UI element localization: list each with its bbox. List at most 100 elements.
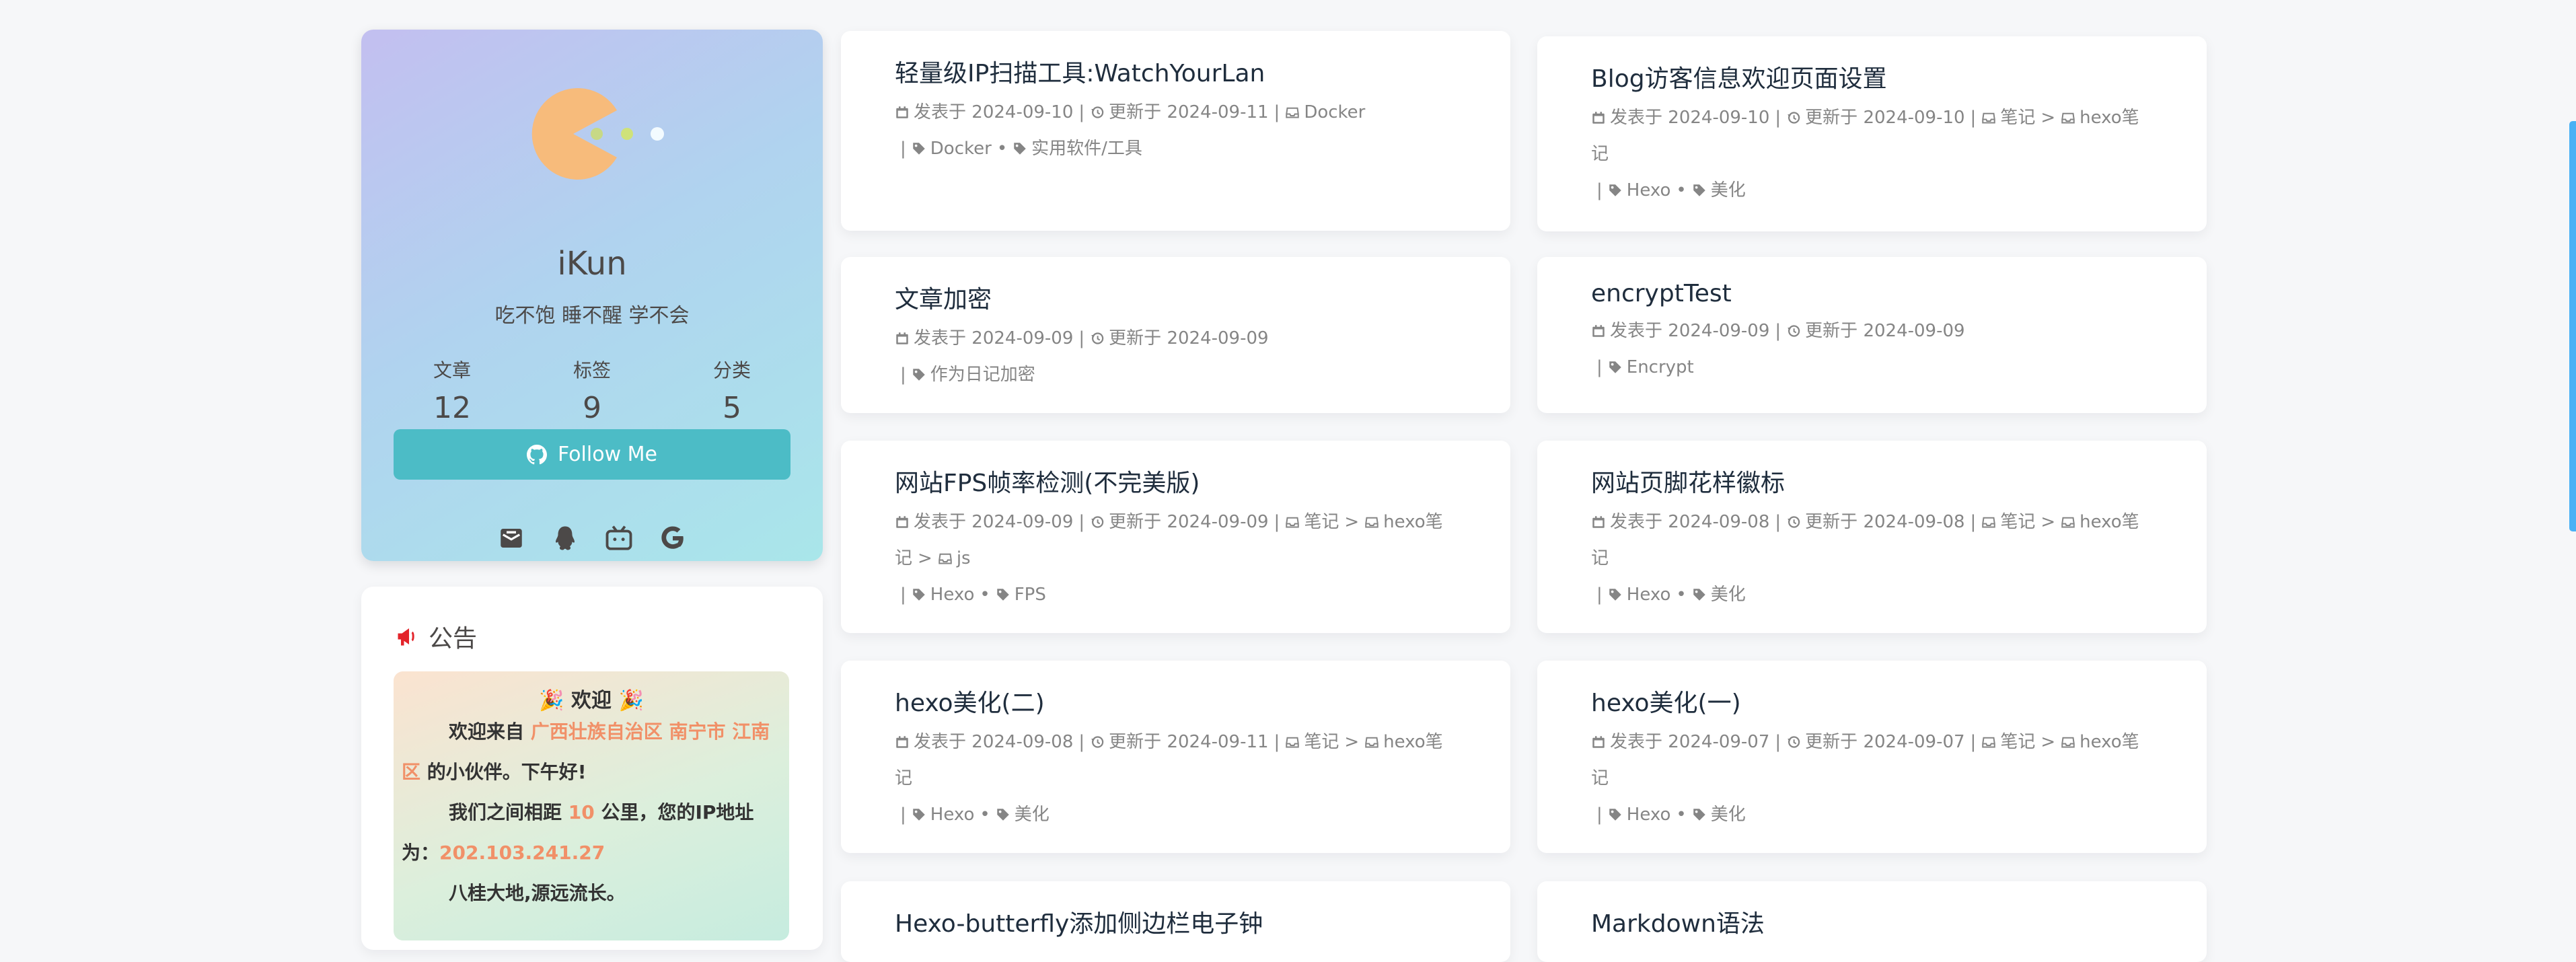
region-greeting: 八桂大地,源远流长。 [449, 882, 626, 904]
tag-link[interactable]: 实用软件/工具 [1031, 139, 1142, 159]
tag-icon [1608, 805, 1627, 825]
stat-label: 文章 [433, 359, 471, 381]
category-link[interactable]: 笔记 [2000, 108, 2035, 128]
tag-link[interactable]: Hexo [930, 805, 975, 825]
follow-me-button[interactable]: Follow Me [394, 429, 790, 480]
distance-prefix: 我们之间相距 [449, 801, 562, 823]
category-link[interactable]: 笔记 [2000, 732, 2035, 752]
tag-icon [912, 139, 930, 159]
article-title[interactable]: 轻量级IP扫描工具:WatchYourLan [895, 54, 1457, 89]
tag-link[interactable]: 美化 [1711, 805, 1746, 825]
updated-label: 更新于 [1805, 321, 1858, 341]
tag-separator: • [1676, 585, 1687, 605]
updated-label: 更新于 [1109, 732, 1162, 752]
visitor-ip: 202.103.241.27 [439, 842, 605, 864]
tag-link[interactable]: Encrypt [1627, 357, 1694, 377]
category-link[interactable]: 笔记 [2000, 512, 2035, 532]
meta-separator: | [1596, 180, 1603, 200]
chevron-right-icon: > [2040, 108, 2056, 128]
tag-icon [1608, 180, 1627, 200]
article-title[interactable]: hexo美化(一) [1591, 683, 2153, 718]
bilibili-icon[interactable] [605, 524, 633, 552]
tag-separator: • [1676, 180, 1687, 200]
scrollbar-thumb[interactable] [2569, 121, 2576, 531]
qq-icon[interactable] [551, 524, 579, 552]
meta-separator: | [900, 805, 906, 825]
calendar-icon [895, 102, 914, 122]
google-icon[interactable] [659, 524, 687, 552]
tag-link[interactable]: 美化 [1711, 585, 1746, 605]
category-link[interactable]: 笔记 [1304, 732, 1339, 752]
meta-separator: | [1596, 585, 1603, 605]
article-title[interactable]: Blog访客信息欢迎页面设置 [1591, 59, 2153, 94]
article-card: hexo美化(二) 发表于 2024-09-08 | 更新于 2024-09-11 | 笔… [841, 661, 1510, 853]
category-link[interactable]: 笔记 [1304, 512, 1339, 532]
welcome-distance-line: 我们之间相距 10 公里，您的IP地址为：202.103.241.27 [402, 792, 781, 873]
meta-separator: | [1970, 512, 1977, 532]
meta-separator: | [1274, 102, 1280, 122]
tag-separator: • [980, 585, 990, 605]
meta-separator: | [900, 139, 906, 159]
stat-tags[interactable]: 标签 9 [542, 356, 642, 425]
tag-icon [996, 805, 1015, 825]
article-title[interactable]: encryptTest [1591, 280, 2153, 307]
category-link[interactable]: js [957, 548, 971, 568]
tag-link[interactable]: 作为日记加密 [930, 365, 1035, 385]
tag-link[interactable]: Hexo [1627, 585, 1671, 605]
tag-link[interactable]: Hexo [1627, 180, 1671, 200]
article-title[interactable]: hexo美化(二) [895, 683, 1457, 718]
tag-icon [912, 365, 930, 385]
calendar-icon [895, 512, 914, 532]
article-title[interactable]: Markdown语法 [1591, 904, 2153, 939]
tag-link[interactable]: Docker [930, 139, 992, 159]
history-icon [1090, 328, 1109, 348]
stat-articles[interactable]: 文章 12 [402, 356, 503, 425]
author-description: 吃不饱 睡不醒 学不会 [494, 304, 690, 328]
tag-icon [1692, 805, 1711, 825]
meta-separator: | [1078, 732, 1085, 752]
meta-separator: | [1970, 732, 1977, 752]
mail-icon[interactable] [497, 524, 525, 552]
chevron-right-icon: > [1344, 732, 1360, 752]
tag-link[interactable]: 美化 [1711, 180, 1746, 200]
tag-icon [1608, 357, 1627, 377]
tag-icon [912, 805, 930, 825]
chevron-right-icon: > [2040, 732, 2056, 752]
tag-separator: • [1676, 805, 1687, 825]
calendar-icon [895, 732, 914, 752]
article-title[interactable]: 网站页脚花样徽标 [1591, 464, 2153, 498]
tag-link[interactable]: 美化 [1015, 805, 1050, 825]
posted-date: 2024-09-08 [1668, 512, 1770, 532]
tag-link[interactable]: Hexo [1627, 805, 1671, 825]
party-popper-icon: 🎉 [618, 689, 644, 712]
meta-separator: | [1775, 321, 1781, 341]
tag-icon [1608, 585, 1627, 605]
stat-label: 标签 [573, 359, 611, 381]
article-title[interactable]: 网站FPS帧率检测(不完美版) [895, 464, 1457, 498]
article-title[interactable]: Hexo-butterfly添加侧边栏电子钟 [895, 904, 1457, 939]
inbox-icon [2061, 108, 2080, 128]
meta-separator: | [1078, 328, 1085, 348]
chevron-right-icon: > [1344, 512, 1360, 532]
article-card: encryptTest 发表于 2024-09-09 | 更新于 2024-09-09… [1537, 257, 2207, 413]
tag-separator: • [996, 139, 1008, 159]
stat-value: 5 [723, 391, 741, 425]
category-link[interactable]: Docker [1304, 102, 1365, 122]
updated-date: 2024-09-10 [1863, 108, 1965, 128]
inbox-icon [1364, 512, 1383, 532]
tag-link[interactable]: FPS [1015, 585, 1046, 605]
updated-date: 2024-09-09 [1167, 328, 1269, 348]
tag-link[interactable]: Hexo [930, 585, 975, 605]
tag-icon [996, 585, 1015, 605]
welcome-heading: 🎉 欢迎 🎉 [394, 683, 789, 713]
tag-icon [1692, 585, 1711, 605]
stat-categories[interactable]: 分类 5 [682, 356, 782, 425]
posted-date: 2024-09-07 [1668, 732, 1770, 752]
calendar-icon [1591, 732, 1610, 752]
article-title[interactable]: 文章加密 [895, 280, 1457, 315]
stat-label: 分类 [712, 359, 751, 381]
meta-separator: | [1775, 732, 1781, 752]
posted-label: 发表于 [1610, 732, 1663, 752]
stat-value: 9 [583, 391, 601, 425]
pacman-avatar [531, 88, 664, 180]
